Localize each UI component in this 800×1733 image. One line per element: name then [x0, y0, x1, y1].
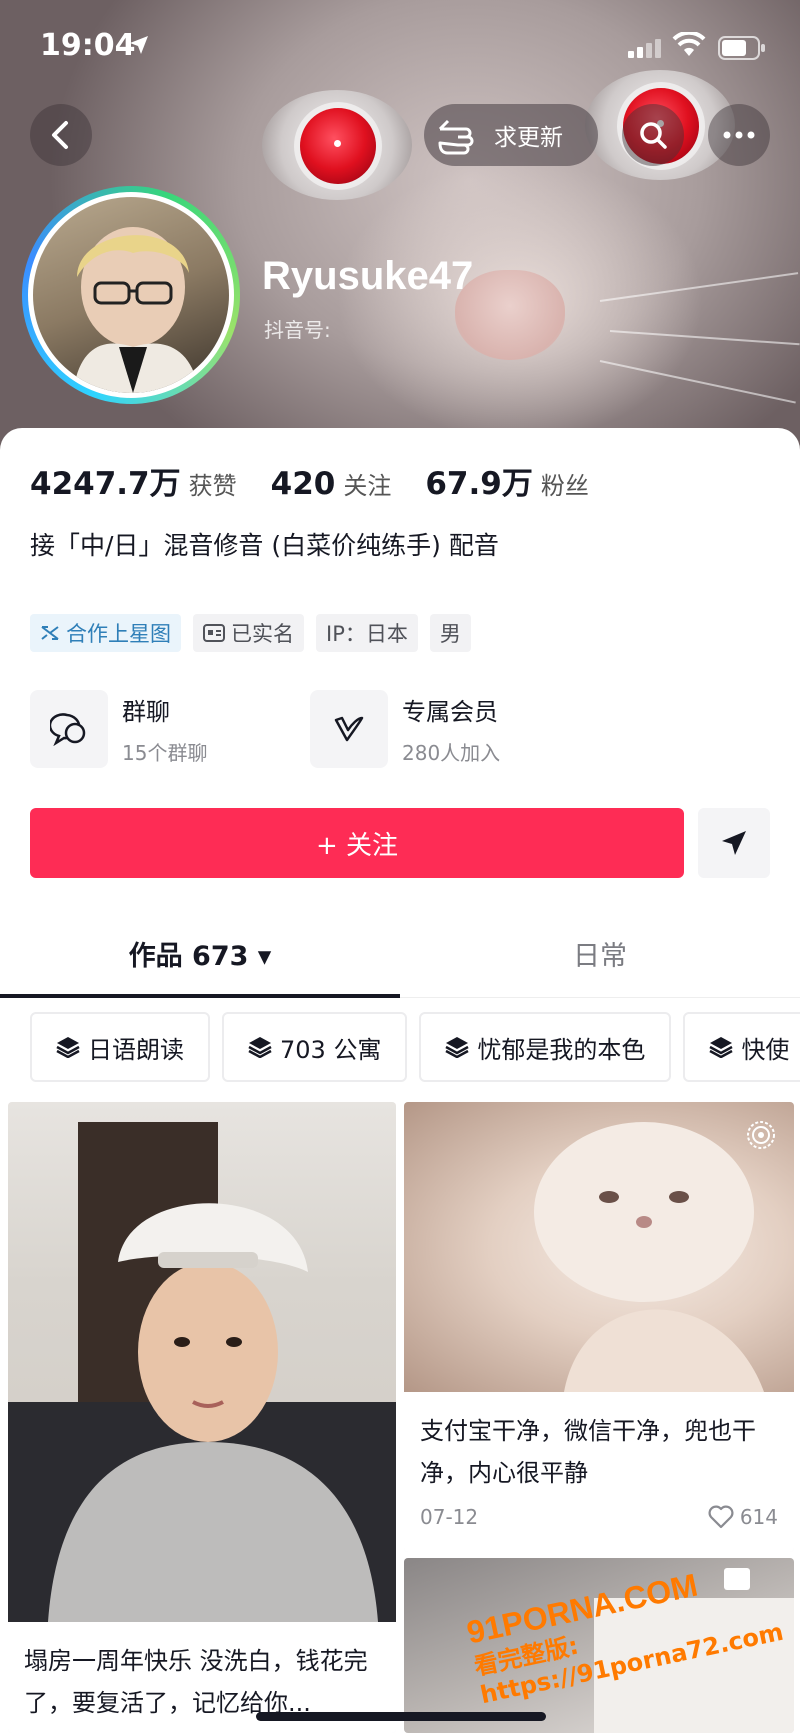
search-icon	[640, 122, 667, 149]
request-update-label: 求更新	[494, 125, 563, 151]
collection-chip[interactable]: 快使	[683, 1012, 800, 1082]
vip-v-icon	[334, 716, 364, 742]
stat-following[interactable]: 420 关注	[271, 466, 392, 502]
layers-icon	[445, 1037, 470, 1058]
pointing-hand-icon	[438, 119, 474, 155]
video-card[interactable]: 塌房一周年快乐 没洗白，钱花完了，要复活了，记忆给你...	[8, 1102, 396, 1733]
request-update-button[interactable]: 求更新	[424, 104, 598, 166]
collection-list: 日语朗读 703 公寓 忧郁是我的本色 快使	[30, 1012, 800, 1082]
layers-icon	[709, 1037, 734, 1058]
profile-stats: 4247.7万 获赞 420 关注 67.9万 粉丝	[30, 458, 589, 503]
whisker	[599, 360, 796, 404]
layers-icon	[56, 1037, 80, 1058]
tag-ip-location: IP：日本	[316, 614, 418, 652]
active-tab-indicator	[0, 994, 400, 998]
tab-works[interactable]: 作品 673 ▾	[0, 908, 400, 998]
profile-tags: 合作上星图 已实名 IP：日本 男	[30, 614, 471, 652]
video-thumbnail	[8, 1102, 396, 1622]
more-button[interactable]	[708, 104, 770, 166]
video-date: 07-12	[420, 1505, 479, 1529]
more-dots-icon	[723, 131, 755, 139]
group-chat-icon	[50, 713, 86, 746]
membership-entry[interactable]: 专属会员 280人加入	[310, 690, 558, 768]
chevron-left-icon	[52, 121, 68, 149]
back-button[interactable]	[30, 104, 92, 166]
heart-icon	[708, 1505, 734, 1529]
wifi-icon	[672, 32, 706, 56]
video-meta: 07-12 614	[420, 1496, 778, 1538]
collection-chip[interactable]: 日语朗读	[30, 1012, 210, 1082]
id-card-icon	[203, 624, 225, 642]
profile-card: 4247.7万 获赞 420 关注 67.9万 粉丝 接「中/日」混音修音 (白菜价纯…	[0, 428, 800, 1733]
group-chat-entry[interactable]: 群聊 15个群聊	[30, 690, 278, 768]
whisker	[599, 272, 799, 302]
tab-daily[interactable]: 日常	[400, 908, 800, 998]
avatar[interactable]	[22, 186, 240, 404]
stat-likes[interactable]: 4247.7万 获赞	[30, 458, 237, 503]
video-caption: 支付宝干净，微信干净，兜也干净，内心很平静 07-12 614	[404, 1392, 794, 1552]
search-button[interactable]	[622, 104, 684, 166]
cellular-signal-icon	[628, 39, 661, 58]
stat-followers[interactable]: 67.9万 粉丝	[425, 458, 589, 503]
video-card[interactable]: 支付宝干净，微信干净，兜也干净，内心很平静 07-12 614	[404, 1102, 794, 1552]
tag-gender: 男	[429, 614, 471, 652]
avatar-photo	[33, 197, 229, 393]
status-bar: 19:04	[0, 0, 800, 92]
location-arrow-icon	[130, 36, 148, 54]
send-message-button[interactable]	[698, 808, 770, 878]
video-caption-text: 支付宝干净，微信干净，兜也干净，内心很平静	[420, 1417, 756, 1487]
status-time: 19:04	[40, 28, 136, 63]
video-like-count: 614	[739, 1505, 778, 1529]
follow-button[interactable]: + 关注	[30, 808, 684, 878]
collection-chip[interactable]: 忧郁是我的本色	[419, 1012, 672, 1082]
layers-icon	[248, 1037, 272, 1058]
bio: 接「中/日」混音修音 (白菜价纯练手) 配音	[30, 531, 499, 560]
whisker	[609, 330, 800, 346]
live-photo-icon	[747, 1121, 775, 1149]
profile-features: 群聊 15个群聊 专属会员 280人加入	[30, 690, 558, 768]
tag-star-map[interactable]: 合作上星图	[30, 614, 181, 652]
paper-plane-icon	[722, 831, 746, 855]
star-map-icon	[41, 626, 59, 640]
home-indicator	[256, 1712, 546, 1721]
video-thumbnail	[404, 1102, 794, 1392]
collection-chip[interactable]: 703 公寓	[222, 1012, 408, 1082]
douyin-id-label[interactable]: 抖音号:	[264, 314, 331, 343]
battery-icon	[718, 36, 765, 60]
cat-eye-left	[262, 90, 412, 200]
tag-verified: 已实名	[193, 614, 304, 652]
username: Ryusuke47	[262, 254, 474, 298]
content-tab-bar: 作品 673 ▾ 日常	[0, 908, 800, 998]
